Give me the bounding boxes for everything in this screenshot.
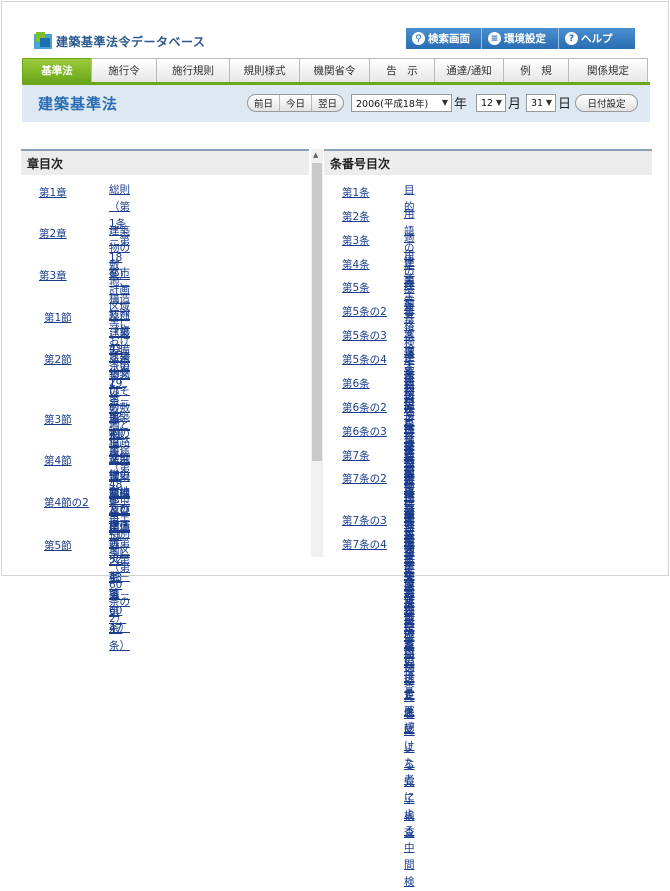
year-value: 2006(平成18年)	[356, 99, 429, 110]
chapter-number-link[interactable]: 第5節	[44, 538, 72, 553]
article-title-line: 国土交通大臣等の指定を受けた者による中間検	[404, 536, 415, 888]
chapter-number-link[interactable]: 第3章	[39, 268, 67, 283]
chapter-title-line: 防火地域	[109, 537, 120, 600]
year-select[interactable]: 2006(平成18年) ▼	[351, 94, 452, 112]
scrollbar-thumb[interactable]	[312, 163, 322, 461]
tab-kikanshorei[interactable]: 機関省令	[299, 58, 370, 82]
search-screen-label: 検索画面	[428, 33, 470, 45]
chevron-down-icon: ▼	[495, 98, 502, 107]
chapter-number-link[interactable]: 第2節	[44, 352, 72, 367]
next-day-button[interactable]: 翌日	[312, 95, 343, 111]
article-number-link[interactable]: 第6条	[342, 376, 370, 391]
article-title-link[interactable]: 国土交通大臣等の指定を受けた者による中間検	[404, 534, 415, 891]
article-number-link[interactable]: 第6条の2	[342, 400, 387, 415]
article-number-link[interactable]: 第5条	[342, 280, 370, 295]
set-date-button[interactable]: 日付設定	[575, 94, 638, 112]
day-select[interactable]: 31 ▼	[526, 94, 556, 112]
top-toolbar: ⚲ 検索画面 ≡ 環境設定 ? ヘルプ	[406, 28, 635, 49]
help-icon: ?	[565, 32, 578, 45]
article-number-link[interactable]: 第7条	[342, 448, 370, 463]
tab-kisokuyoshiki[interactable]: 規則様式	[229, 58, 300, 82]
chevron-down-icon: ▼	[545, 98, 552, 107]
chapter-number-link[interactable]: 第1節	[44, 310, 72, 325]
tab-kankeikitei[interactable]: 関係規定	[568, 58, 648, 82]
month-value: 12	[481, 97, 494, 109]
chapter-title-line: 総則	[109, 309, 130, 321]
article-number-link[interactable]: 第2条	[342, 209, 370, 224]
chapter-title-link[interactable]: 防火地域	[109, 535, 120, 603]
article-number-link[interactable]: 第7条の2	[342, 471, 387, 486]
article-number-link[interactable]: 第3条	[342, 233, 370, 248]
settings-button[interactable]: ≡ 環境設定	[482, 28, 559, 49]
article-number-link[interactable]: 第5条の2	[342, 304, 387, 319]
tab-reiki[interactable]: 例 規	[503, 58, 569, 82]
chapter-title-line: 総則	[109, 184, 130, 196]
month-unit: 月	[508, 97, 522, 112]
help-button[interactable]: ? ヘルプ	[559, 28, 635, 49]
chapter-number-link[interactable]: 第3節	[44, 412, 72, 427]
settings-icon: ≡	[488, 32, 501, 45]
chapter-number-link[interactable]: 第1章	[39, 185, 67, 200]
prev-day-button[interactable]: 前日	[248, 95, 281, 111]
tab-kijunho[interactable]: 基準法	[22, 58, 92, 82]
app-window: 建築基準法令データベース ⚲ 検索画面 ≡ 環境設定 ? ヘルプ 基準法 施行令…	[1, 1, 669, 888]
day-nav: 前日 今日 翌日	[247, 94, 345, 112]
settings-label: 環境設定	[504, 33, 546, 45]
tab-shikokisoku[interactable]: 施行規則	[156, 58, 230, 82]
article-number-link[interactable]: 第5条の4	[342, 352, 387, 367]
chevron-down-icon: ▼	[441, 98, 448, 107]
app-title: 建築基準法令データベース	[56, 35, 206, 49]
chapter-number-link[interactable]: 第4節の2	[44, 495, 89, 510]
article-toc-header: 条番号目次	[324, 149, 652, 175]
article-number-link[interactable]: 第7条の4	[342, 537, 387, 552]
article-number-link[interactable]: 第7条の3	[342, 513, 387, 528]
month-select[interactable]: 12 ▼	[476, 94, 506, 112]
law-tabs: 基準法 施行令 施行規則 規則様式 機関省令 告 示 通達/通知 例 規 関係規…	[22, 58, 648, 82]
article-number-link[interactable]: 第5条の3	[342, 328, 387, 343]
left-scrollbar[interactable]: ▲	[311, 149, 323, 557]
today-button[interactable]: 今日	[280, 95, 313, 111]
search-screen-button[interactable]: ⚲ 検索画面	[406, 28, 482, 49]
tab-kokuji[interactable]: 告 示	[369, 58, 435, 82]
chapter-toc-header: 章目次	[21, 149, 309, 175]
article-number-link[interactable]: 第1条	[342, 185, 370, 200]
chapter-number-link[interactable]: 第2章	[39, 226, 67, 241]
scroll-up-icon: ▲	[313, 151, 319, 159]
help-label: ヘルプ	[581, 33, 613, 45]
article-number-link[interactable]: 第6条の3	[342, 424, 387, 439]
year-unit: 年	[454, 97, 468, 112]
search-icon: ⚲	[412, 32, 425, 45]
law-title: 建築基準法	[38, 95, 119, 113]
database-logo-icon	[34, 32, 52, 49]
tab-shikorei[interactable]: 施行令	[91, 58, 157, 82]
day-value: 31	[531, 97, 544, 109]
day-unit: 日	[558, 97, 572, 112]
article-number-link[interactable]: 第4条	[342, 257, 370, 272]
chapter-number-link[interactable]: 第4節	[44, 453, 72, 468]
tab-tsutatsu[interactable]: 通達/通知	[434, 58, 504, 82]
